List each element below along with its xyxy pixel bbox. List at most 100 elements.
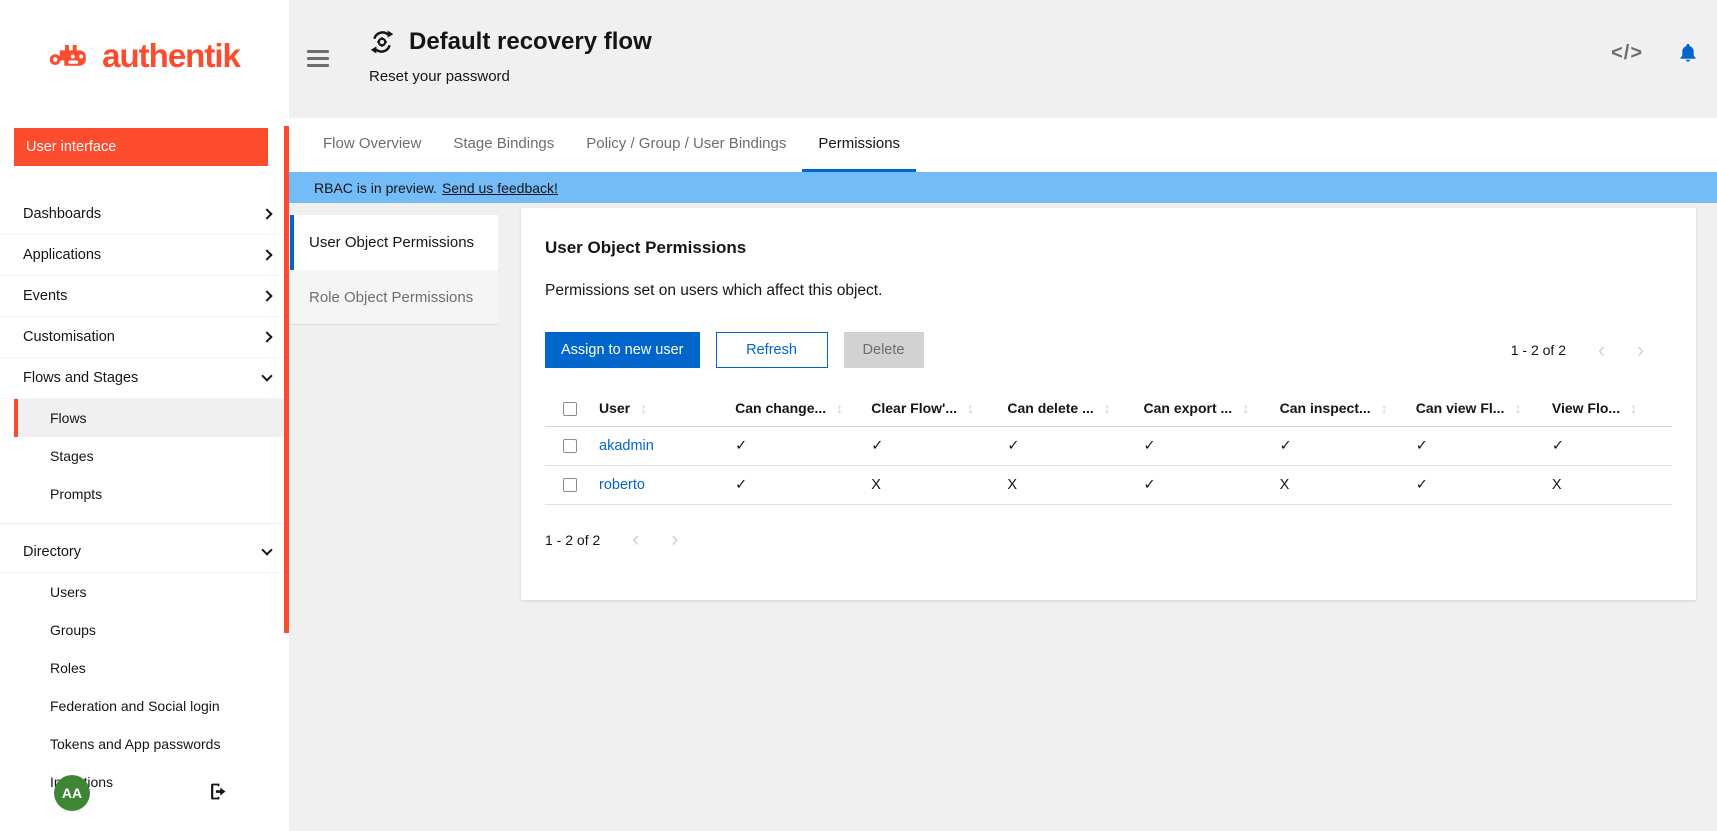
row-select-cell: [545, 466, 583, 505]
table-toolbar: Assign to new user Refresh Delete 1 - 2 …: [545, 332, 1672, 368]
permission-cell: ✓: [855, 427, 991, 466]
tab-flow-overview[interactable]: Flow Overview: [307, 118, 437, 172]
sidebar-subitem-prompts[interactable]: Prompts: [14, 475, 289, 513]
column-header-view-flo: View Flo...↕: [1536, 390, 1672, 427]
table-header-row: User↕Can change...↕Clear Flow'...↕Can de…: [545, 390, 1672, 427]
chevron-right-icon: [261, 290, 272, 301]
chevron-down-icon: [261, 370, 272, 381]
sidebar-item-customisation[interactable]: Customisation: [0, 317, 289, 358]
permission-cell: X: [991, 466, 1127, 505]
sidebar-subitem-stages[interactable]: Stages: [14, 437, 289, 475]
sidebar-subitem-federation-and-social-login[interactable]: Federation and Social login: [14, 687, 289, 725]
column-header-can-view-fl: Can view Fl... ↕: [1400, 390, 1536, 427]
tab-policy-group-user-bindings[interactable]: Policy / Group / User Bindings: [570, 118, 802, 172]
avatar[interactable]: AA: [54, 775, 90, 811]
sort-icon[interactable]: ↕: [1514, 400, 1521, 416]
sidebar-toggle-button[interactable]: [307, 50, 329, 68]
user-cell: akadmin: [583, 427, 719, 466]
sidebar-item-events[interactable]: Events: [0, 276, 289, 317]
user-link[interactable]: akadmin: [599, 438, 654, 454]
row-checkbox[interactable]: [563, 478, 577, 492]
sidebar-subitem-roles[interactable]: Roles: [14, 649, 289, 687]
chevron-right-icon: [261, 208, 272, 219]
chevron-right-icon: [261, 331, 272, 342]
row-checkbox[interactable]: [563, 439, 577, 453]
permission-cell: ✓: [991, 427, 1127, 466]
chevron-down-icon: [261, 544, 272, 555]
column-header-clear-flow: Clear Flow'...↕: [855, 390, 991, 427]
sidebar-scrollbar[interactable]: [284, 126, 289, 633]
column-header-user: User ↕: [583, 390, 719, 427]
sidebar-item-label: Customisation: [23, 329, 115, 345]
select-all-cell: [545, 390, 583, 427]
page-title: Default recovery flow: [409, 28, 652, 56]
feedback-link[interactable]: Send us feedback!: [442, 180, 558, 196]
column-label: User: [599, 400, 630, 416]
row-select-cell: [545, 427, 583, 466]
sidebar-item-applications[interactable]: Applications: [0, 235, 289, 276]
api-code-icon[interactable]: </>: [1611, 42, 1643, 65]
sidebar-subitem-flows[interactable]: Flows: [14, 399, 289, 437]
delete-button[interactable]: Delete: [844, 332, 924, 368]
process-automation-icon: [369, 29, 395, 55]
chevron-right-icon: [261, 249, 272, 260]
sort-icon[interactable]: ↕: [836, 400, 843, 416]
sidebar-nav: Dashboards Applications Events Customisatio…: [0, 180, 289, 801]
sort-icon[interactable]: ↕: [1242, 400, 1249, 416]
permissions-card: User Object Permissions Permissions set …: [521, 208, 1696, 600]
sidebar-item-label: Dashboards: [23, 206, 101, 222]
sort-icon[interactable]: ↕: [967, 400, 974, 416]
sidebar-item-label: Events: [23, 288, 67, 304]
authentik-logo[interactable]: authentik: [0, 0, 289, 112]
permission-cell: ✓: [719, 427, 855, 466]
card-description: Permissions set on users which affect th…: [545, 282, 1672, 300]
sort-icon[interactable]: ↕: [1381, 400, 1388, 416]
permission-cell: ✓: [1128, 427, 1264, 466]
assign-to-new-user-button[interactable]: Assign to new user: [545, 332, 700, 368]
banner-text: RBAC is in preview.: [314, 180, 437, 196]
pagination-range: 1 - 2 of 2: [545, 532, 600, 548]
logout-button[interactable]: [208, 781, 229, 805]
sidebar-item-dashboards[interactable]: Dashboards: [0, 194, 289, 235]
sidebar-item-flows-and-stages[interactable]: Flows and Stages: [0, 358, 289, 399]
sidebar-subitem-tokens-and-app-passwords[interactable]: Tokens and App passwords: [14, 725, 289, 763]
user-link[interactable]: roberto: [599, 477, 645, 493]
user-interface-button[interactable]: User interface: [14, 128, 268, 166]
user-cell: roberto: [583, 466, 719, 505]
tab-role-object-permissions[interactable]: Role Object Permissions: [290, 270, 498, 325]
permission-cell: X: [855, 466, 991, 505]
column-label: Can inspect...: [1280, 400, 1371, 416]
permission-cell: ✓: [1400, 466, 1536, 505]
app-root: authentik User interface Dashboards Appli…: [0, 0, 1717, 831]
sidebar-subitem-users[interactable]: Users: [14, 573, 289, 611]
refresh-button[interactable]: Refresh: [716, 332, 828, 368]
permission-cell: X: [1536, 466, 1672, 505]
pagination-prev-button[interactable]: ‹: [632, 529, 639, 550]
page-tabs: Flow OverviewStage BindingsPolicy / Grou…: [289, 118, 1717, 172]
tab-stage-bindings[interactable]: Stage Bindings: [437, 118, 570, 172]
object-permission-tabs: User Object PermissionsRole Object Permi…: [290, 215, 498, 325]
sidebar-subitem-groups[interactable]: Groups: [14, 611, 289, 649]
column-label: Can view Fl...: [1416, 400, 1505, 416]
pagination-next-button[interactable]: ›: [671, 529, 678, 550]
title-block: Default recovery flow Reset your passwor…: [369, 0, 652, 118]
column-header-can-inspect: Can inspect... ↕: [1264, 390, 1400, 427]
sort-icon[interactable]: ↕: [640, 400, 647, 416]
pagination-prev-button[interactable]: ‹: [1598, 340, 1605, 361]
bell-icon: [1677, 42, 1699, 64]
logo-wordmark: authentik: [102, 37, 240, 75]
permission-cell: ✓: [1128, 466, 1264, 505]
tab-permissions[interactable]: Permissions: [802, 118, 916, 172]
sidebar-item-directory[interactable]: Directory: [0, 532, 289, 573]
column-header-can-delete: Can delete ...↕: [991, 390, 1127, 427]
notifications-button[interactable]: [1677, 42, 1699, 67]
page-header: Default recovery flow Reset your passwor…: [289, 0, 1717, 118]
table-row: akadmin✓✓✓✓✓✓✓: [545, 427, 1672, 466]
sort-icon[interactable]: ↕: [1630, 400, 1637, 416]
sidebar-footer: AA: [0, 775, 289, 811]
tab-user-object-permissions[interactable]: User Object Permissions: [290, 215, 498, 270]
sort-icon[interactable]: ↕: [1104, 400, 1111, 416]
pagination-next-button[interactable]: ›: [1637, 340, 1644, 361]
select-all-checkbox[interactable]: [563, 402, 577, 416]
pagination-range: 1 - 2 of 2: [1511, 342, 1566, 358]
